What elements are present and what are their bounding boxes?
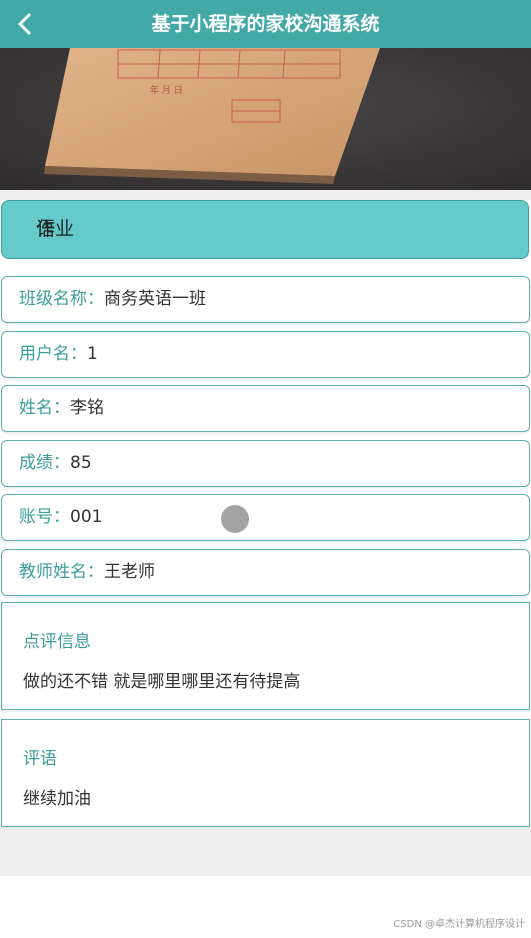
footer-spacer [0, 828, 531, 876]
field-account: 账号：001 [1, 494, 530, 541]
homework-title-card: 作业标题：语法作业 [1, 200, 529, 411]
field-name: 姓名：李铭 [1, 385, 530, 432]
comment-heading: 点评信息 [23, 632, 91, 652]
separator [0, 190, 531, 200]
remark-text: 继续加油 [23, 789, 91, 809]
field-username: 用户名：1 [1, 331, 530, 378]
remark-block: 评语 继续加油 [1, 719, 530, 827]
field-teacher-name: 教师姓名：王老师 [1, 549, 530, 596]
field-label: 教师姓名： [19, 562, 104, 582]
field-score: 成绩：85 [1, 440, 530, 487]
page-title: 基于小程序的家校沟通系统 [151, 13, 380, 35]
envelope-label: 年 月 日 [150, 84, 183, 96]
field-value: 001 [70, 507, 103, 527]
envelope-photo: 年 月 日 [0, 48, 531, 190]
field-value: 85 [70, 453, 92, 473]
field-class-name: 班级名称：商务英语一班 [1, 276, 530, 323]
field-value: 王老师 [104, 562, 155, 582]
banner-image: 年 月 日 [0, 48, 531, 190]
navigation-bar: 基于小程序的家校沟通系统 [0, 0, 531, 48]
field-label: 账号： [19, 507, 70, 527]
field-value: 1 [87, 344, 98, 364]
field-label: 姓名： [19, 398, 70, 418]
remark-heading: 评语 [23, 749, 57, 769]
field-label: 用户名： [19, 344, 87, 364]
field-label: 成绩： [19, 453, 70, 473]
touch-indicator [221, 505, 249, 533]
detail-page: 基于小程序的家校沟通系统 年 月 日 作业 语 班级名称：商务英语一班 用户名：… [0, 0, 531, 938]
comment-text: 做的还不错 就是哪里哪里还有待提高 [23, 672, 301, 692]
field-label: 班级名称： [19, 289, 104, 309]
field-value: 商务英语一班 [104, 289, 206, 309]
comment-block: 点评信息 做的还不错 就是哪里哪里还有待提高 [1, 602, 530, 710]
watermark: CSDN @卓杰计算机程序设计 [393, 919, 525, 930]
field-value: 李铭 [70, 398, 104, 418]
